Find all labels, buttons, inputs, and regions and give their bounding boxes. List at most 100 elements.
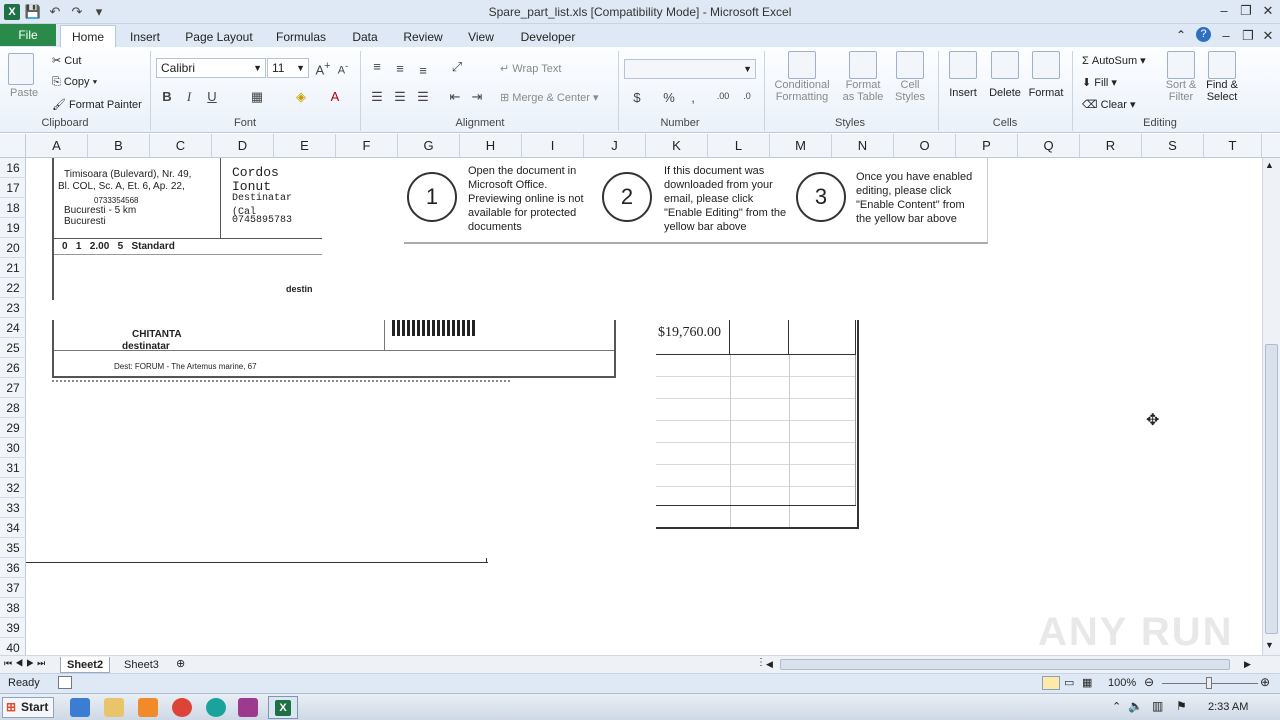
column-header[interactable]: N [832,134,894,158]
align-bottom-icon[interactable]: ≡ [414,63,432,78]
workbook-close-icon[interactable]: ✕ [1258,27,1278,45]
table-empty-rows[interactable] [656,355,856,505]
tab-page-layout[interactable]: Page Layout [180,28,258,47]
sheet-tab-sheet3[interactable]: Sheet3 [118,657,165,673]
column-header[interactable]: I [522,134,584,158]
wrap-text-button[interactable]: ↵ Wrap Text [500,62,561,75]
zoom-level[interactable]: 100% [1108,677,1136,689]
row-header[interactable]: 34 [0,518,26,538]
tab-review[interactable]: Review [396,28,450,47]
cut-button[interactable]: ✂ Cut [52,54,81,67]
align-top-icon[interactable]: ≡ [368,59,386,74]
row-header[interactable]: 28 [0,398,26,418]
minimize-icon[interactable]: – [1214,2,1234,20]
page-break-view-icon[interactable]: ▦ [1082,676,1092,689]
column-header[interactable]: A [26,134,88,158]
workbook-restore-icon[interactable]: ❐ [1238,27,1258,45]
row-header[interactable]: 33 [0,498,26,518]
sort-filter-button[interactable]: Sort & Filter [1160,51,1202,103]
cell-styles-button[interactable]: Cell Styles [890,51,930,103]
currency-icon[interactable]: $ [628,90,646,105]
fill-color-icon[interactable]: ◈ [292,89,310,105]
page-layout-view-icon[interactable]: ▭ [1064,676,1074,689]
grow-font-icon[interactable]: A+ [314,60,332,77]
row-header[interactable]: 29 [0,418,26,438]
tab-developer[interactable]: Developer [512,28,584,47]
format-as-table-button[interactable]: Format as Table [838,51,888,103]
media-player-icon[interactable] [138,698,158,717]
column-header[interactable]: T [1204,134,1262,158]
table-cell[interactable] [730,320,789,354]
start-button[interactable]: ⊞ Start [2,697,54,718]
row-header[interactable]: 25 [0,338,26,358]
horizontal-scroll-thumb[interactable] [780,659,1230,670]
row-header[interactable]: 26 [0,358,26,378]
vertical-scrollbar[interactable]: ▲ ▼ [1262,158,1280,655]
row-header[interactable]: 37 [0,578,26,598]
sheet-tab-sheet2[interactable]: Sheet2 [60,657,111,673]
tab-insert[interactable]: Insert [122,28,168,47]
delete-cells-button[interactable]: Delete [986,51,1024,99]
tray-arrow-icon[interactable]: ⌃ [1112,700,1121,713]
sheet-nav-arrows-icon[interactable]: ⏮◀▶⏭ [4,658,48,669]
number-format-select[interactable]: ▼ [624,59,756,79]
column-header[interactable]: S [1142,134,1204,158]
scroll-down-icon[interactable]: ▼ [1265,640,1274,650]
format-painter-button[interactable]: 🖌 Format Painter [52,98,142,111]
comma-icon[interactable]: , [684,90,702,105]
vertical-scroll-thumb[interactable] [1265,344,1278,634]
align-left-icon[interactable]: ☰ [368,89,386,105]
column-header[interactable]: Q [1018,134,1080,158]
font-color-icon[interactable]: A [326,89,344,104]
italic-icon[interactable]: I [180,89,198,105]
close-icon[interactable]: ✕ [1258,2,1278,20]
tab-split-handle[interactable]: ⋮ [756,657,766,668]
column-header[interactable]: G [398,134,460,158]
tab-data[interactable]: Data [344,28,386,47]
explorer-icon[interactable] [104,698,124,717]
maximize-icon[interactable]: ❐ [1236,2,1256,20]
clear-button[interactable]: ⌫ Clear ▾ [1082,98,1136,111]
column-header[interactable]: O [894,134,956,158]
worksheet-grid[interactable]: Timisoara (Bulevard), Nr. 49, Bl. COL, S… [26,158,1262,655]
insert-cells-button[interactable]: Insert [944,51,982,99]
row-header[interactable]: 23 [0,298,26,318]
percent-icon[interactable]: % [660,90,678,105]
action-center-icon[interactable]: ⚑ [1176,699,1187,713]
volume-icon[interactable]: 🔈 [1128,699,1143,713]
column-header[interactable]: C [150,134,212,158]
column-header[interactable]: D [212,134,274,158]
scroll-right-icon[interactable]: ▶ [1244,659,1251,670]
help-icon[interactable]: ? [1196,27,1211,42]
conditional-formatting-button[interactable]: Conditional Formatting [770,51,834,103]
row-header[interactable]: 19 [0,218,26,238]
merge-center-button[interactable]: ⊞ Merge & Center ▾ [500,91,599,104]
tab-view[interactable]: View [460,28,502,47]
row-header[interactable]: 32 [0,478,26,498]
tab-home[interactable]: Home [60,25,116,48]
row-header[interactable]: 39 [0,618,26,638]
paste-button[interactable]: Paste [8,53,38,99]
zoom-out-icon[interactable]: ⊖ [1144,675,1154,689]
network-icon[interactable]: ▥ [1152,699,1163,713]
workbook-minimize-icon[interactable]: – [1216,27,1236,45]
row-header[interactable]: 36 [0,558,26,578]
font-size-select[interactable]: 11 ▼ [267,58,309,78]
format-cells-button[interactable]: Format [1026,51,1066,99]
row-header[interactable]: 22 [0,278,26,298]
column-header[interactable]: J [584,134,646,158]
normal-view-icon[interactable] [1042,676,1060,690]
row-header[interactable]: 31 [0,458,26,478]
autosum-button[interactable]: Σ AutoSum ▾ [1082,54,1146,67]
decrease-indent-icon[interactable]: ⇤ [446,89,464,105]
winrar-icon[interactable] [238,698,258,717]
excel-taskbar-button[interactable]: X [268,696,298,719]
borders-icon[interactable]: ▦ [248,89,266,105]
orientation-icon[interactable]: ⤢ [448,59,466,75]
column-header[interactable]: F [336,134,398,158]
column-header[interactable]: B [88,134,150,158]
row-header[interactable]: 21 [0,258,26,278]
find-select-button[interactable]: Find & Select [1202,51,1242,103]
column-header[interactable]: R [1080,134,1142,158]
column-header[interactable]: E [274,134,336,158]
